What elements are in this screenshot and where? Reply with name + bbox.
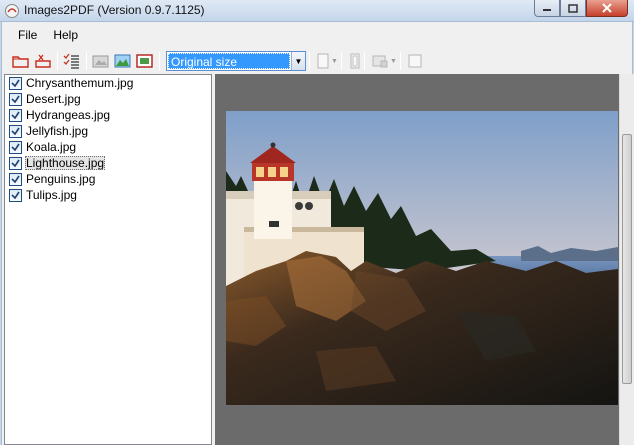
- file-name: Hydrangeas.jpg: [26, 108, 111, 122]
- chevron-down-icon: ▼: [331, 57, 338, 65]
- checkmark-icon: [11, 95, 20, 103]
- file-name: Penguins.jpg: [26, 172, 96, 186]
- toolbar: Original size ▼ ▼ ▼: [2, 49, 634, 73]
- checkmark-icon: [11, 111, 20, 119]
- image-gray-button[interactable]: [90, 50, 112, 72]
- minimize-button[interactable]: [534, 0, 560, 17]
- page-blank-icon: [317, 53, 329, 69]
- maximize-button[interactable]: [560, 0, 586, 17]
- list-item[interactable]: Desert.jpg: [5, 91, 211, 107]
- checkbox[interactable]: [9, 124, 22, 138]
- window-controls: [534, 0, 628, 17]
- menu-file[interactable]: File: [10, 25, 45, 45]
- checkbox[interactable]: [9, 76, 22, 90]
- toolbar-separator: [57, 52, 58, 70]
- remove-icon: [35, 54, 51, 68]
- page-layout-dropdown[interactable]: ▼: [372, 53, 397, 69]
- file-name: Koala.jpg: [26, 140, 77, 154]
- checkbox[interactable]: [9, 188, 22, 202]
- list-item[interactable]: Chrysanthemum.jpg: [5, 75, 211, 91]
- image-red-icon: [136, 54, 153, 68]
- checkmark-icon: [11, 79, 20, 87]
- page-orientation-button[interactable]: [349, 53, 361, 69]
- file-name: Desert.jpg: [26, 92, 81, 106]
- checkmark-icon: [11, 127, 20, 135]
- check-all-button[interactable]: [61, 50, 83, 72]
- list-item-selected[interactable]: Lighthouse.jpg: [5, 155, 211, 171]
- menu-bar: File Help: [2, 24, 86, 46]
- image-layout-icon: [372, 55, 388, 68]
- scrollbar-thumb[interactable]: [622, 134, 632, 384]
- file-name: Lighthouse.jpg: [25, 156, 106, 170]
- image-red-button[interactable]: [134, 50, 156, 72]
- toolbar-separator: [399, 52, 401, 70]
- checkbox[interactable]: [9, 108, 22, 122]
- checkmark-icon: [11, 191, 20, 199]
- file-list[interactable]: Chrysanthemum.jpg Desert.jpg Hydrangeas.…: [4, 74, 212, 445]
- chevron-down-icon: ▼: [389, 57, 397, 65]
- file-name: Chrysanthemum.jpg: [26, 76, 134, 90]
- menu-help[interactable]: Help: [45, 25, 86, 45]
- window-title: Images2PDF (Version 0.9.7.1125): [24, 3, 205, 17]
- list-item[interactable]: Koala.jpg: [5, 139, 211, 155]
- toolbar-separator: [309, 52, 310, 70]
- list-item[interactable]: Jellyfish.jpg: [5, 123, 211, 139]
- image-size-value: Original size: [168, 53, 290, 69]
- image-landscape-icon: [114, 54, 131, 68]
- checkbox[interactable]: [9, 140, 22, 154]
- vertical-scrollbar[interactable]: [619, 74, 634, 445]
- image-landscape-button[interactable]: [112, 50, 134, 72]
- close-icon: [602, 3, 612, 13]
- main-window: File Help Original size ▼ ▼ ▼ Chrysanthe…: [1, 22, 634, 445]
- blank-box-icon: [408, 54, 422, 68]
- minimize-icon: [543, 9, 551, 11]
- image-gray-icon: [92, 55, 109, 68]
- add-files-button[interactable]: [10, 50, 32, 72]
- toolbar-separator: [363, 52, 365, 70]
- checkmark-icon: [11, 159, 20, 167]
- list-item[interactable]: Tulips.jpg: [5, 187, 211, 203]
- checkmark-icon: [11, 175, 20, 183]
- check-list-icon: [63, 53, 79, 69]
- extra-button[interactable]: [408, 53, 422, 69]
- lighthouse-photo: [226, 111, 618, 405]
- list-item[interactable]: Penguins.jpg: [5, 171, 211, 187]
- toolbar-separator: [159, 52, 160, 70]
- checkbox[interactable]: [9, 92, 22, 106]
- toolbar-separator: [340, 52, 342, 70]
- checkmark-icon: [11, 143, 20, 151]
- checkbox[interactable]: [9, 172, 22, 186]
- image-preview-pane[interactable]: [215, 74, 619, 445]
- file-name: Jellyfish.jpg: [26, 124, 89, 138]
- app-icon[interactable]: [4, 3, 20, 19]
- file-name: Tulips.jpg: [26, 188, 77, 202]
- image-size-select[interactable]: Original size ▼: [166, 51, 306, 71]
- title-bar: Images2PDF (Version 0.9.7.1125): [0, 0, 634, 22]
- list-item[interactable]: Hydrangeas.jpg: [5, 107, 211, 123]
- close-button[interactable]: [586, 0, 628, 17]
- remove-files-button[interactable]: [32, 50, 54, 72]
- open-folder-icon: [12, 56, 29, 68]
- maximize-icon: [568, 3, 578, 13]
- toolbar-separator: [86, 52, 87, 70]
- page-portrait-icon: [350, 53, 360, 69]
- page-color-dropdown[interactable]: ▼: [317, 53, 338, 69]
- chevron-down-icon[interactable]: ▼: [291, 52, 305, 70]
- checkbox[interactable]: [9, 156, 22, 170]
